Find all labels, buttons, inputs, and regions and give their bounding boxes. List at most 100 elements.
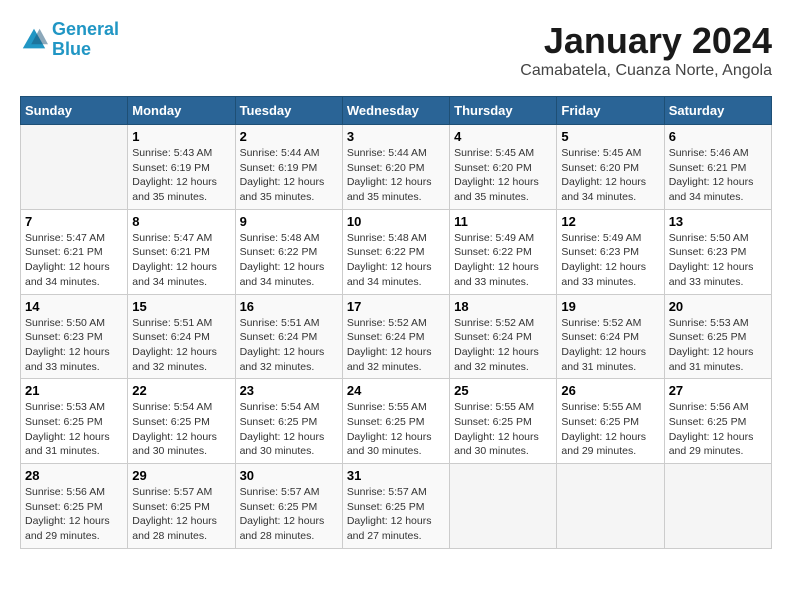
calendar-header-row: SundayMondayTuesdayWednesdayThursdayFrid…	[21, 97, 772, 125]
day-number: 18	[454, 299, 552, 314]
day-info: Sunrise: 5:47 AM Sunset: 6:21 PM Dayligh…	[132, 231, 230, 290]
calendar-cell: 30Sunrise: 5:57 AM Sunset: 6:25 PM Dayli…	[235, 464, 342, 549]
day-info: Sunrise: 5:55 AM Sunset: 6:25 PM Dayligh…	[561, 400, 659, 459]
day-info: Sunrise: 5:52 AM Sunset: 6:24 PM Dayligh…	[347, 316, 445, 375]
day-number: 20	[669, 299, 767, 314]
day-number: 30	[240, 468, 338, 483]
day-info: Sunrise: 5:44 AM Sunset: 6:20 PM Dayligh…	[347, 146, 445, 205]
day-info: Sunrise: 5:46 AM Sunset: 6:21 PM Dayligh…	[669, 146, 767, 205]
logo-line1: General	[52, 19, 119, 39]
day-info: Sunrise: 5:53 AM Sunset: 6:25 PM Dayligh…	[25, 400, 123, 459]
day-info: Sunrise: 5:48 AM Sunset: 6:22 PM Dayligh…	[240, 231, 338, 290]
day-info: Sunrise: 5:55 AM Sunset: 6:25 PM Dayligh…	[347, 400, 445, 459]
day-number: 10	[347, 214, 445, 229]
day-number: 7	[25, 214, 123, 229]
logo-line2: Blue	[52, 39, 91, 59]
day-number: 3	[347, 129, 445, 144]
day-info: Sunrise: 5:52 AM Sunset: 6:24 PM Dayligh…	[454, 316, 552, 375]
header-saturday: Saturday	[664, 97, 771, 125]
calendar-cell: 15Sunrise: 5:51 AM Sunset: 6:24 PM Dayli…	[128, 294, 235, 379]
calendar-cell: 19Sunrise: 5:52 AM Sunset: 6:24 PM Dayli…	[557, 294, 664, 379]
day-number: 22	[132, 383, 230, 398]
day-info: Sunrise: 5:45 AM Sunset: 6:20 PM Dayligh…	[561, 146, 659, 205]
calendar-cell: 26 Sunrise: 5:55 AM Sunset: 6:25 PM Dayli…	[557, 379, 664, 464]
calendar-cell	[664, 464, 771, 549]
header-wednesday: Wednesday	[342, 97, 449, 125]
calendar-cell	[21, 125, 128, 210]
calendar-cell: 12 Sunrise: 5:49 AM Sunset: 6:23 PM Dayli…	[557, 209, 664, 294]
day-number: 16	[240, 299, 338, 314]
day-number: 24	[347, 383, 445, 398]
header-tuesday: Tuesday	[235, 97, 342, 125]
day-number: 25	[454, 383, 552, 398]
calendar-cell: 13Sunrise: 5:50 AM Sunset: 6:23 PM Dayli…	[664, 209, 771, 294]
day-info: Sunrise: 5:45 AM Sunset: 6:20 PM Dayligh…	[454, 146, 552, 205]
calendar-cell: 1 Sunrise: 5:43 AM Sunset: 6:19 PM Daylig…	[128, 125, 235, 210]
day-info: Sunrise: 5:48 AM Sunset: 6:22 PM Dayligh…	[347, 231, 445, 290]
day-info: Sunrise: 5:55 AM Sunset: 6:25 PM Dayligh…	[454, 400, 552, 459]
calendar-week-row: 14 Sunrise: 5:50 AM Sunset: 6:23 PM Dayli…	[21, 294, 772, 379]
day-number: 5	[561, 129, 659, 144]
calendar-cell: 27Sunrise: 5:56 AM Sunset: 6:25 PM Dayli…	[664, 379, 771, 464]
calendar-cell	[450, 464, 557, 549]
day-number: 26	[561, 383, 659, 398]
day-info: Sunrise: 5:56 AM Sunset: 6:25 PM Dayligh…	[25, 485, 123, 544]
day-info: Sunrise: 5:53 AM Sunset: 6:25 PM Dayligh…	[669, 316, 767, 375]
calendar-cell: 29Sunrise: 5:57 AM Sunset: 6:25 PM Dayli…	[128, 464, 235, 549]
day-number: 11	[454, 214, 552, 229]
calendar-cell: 25 Sunrise: 5:55 AM Sunset: 6:25 PM Dayli…	[450, 379, 557, 464]
calendar-cell: 17 Sunrise: 5:52 AM Sunset: 6:24 PM Dayli…	[342, 294, 449, 379]
logo: General Blue	[20, 20, 119, 60]
calendar-week-row: 28 Sunrise: 5:56 AM Sunset: 6:25 PM Dayli…	[21, 464, 772, 549]
day-info: Sunrise: 5:50 AM Sunset: 6:23 PM Dayligh…	[669, 231, 767, 290]
day-number: 9	[240, 214, 338, 229]
header-sunday: Sunday	[21, 97, 128, 125]
day-number: 21	[25, 383, 123, 398]
day-number: 17	[347, 299, 445, 314]
calendar-cell: 7Sunrise: 5:47 AM Sunset: 6:21 PM Daylig…	[21, 209, 128, 294]
day-info: Sunrise: 5:49 AM Sunset: 6:22 PM Dayligh…	[454, 231, 552, 290]
day-info: Sunrise: 5:51 AM Sunset: 6:24 PM Dayligh…	[240, 316, 338, 375]
calendar-cell: 22 Sunrise: 5:54 AM Sunset: 6:25 PM Dayli…	[128, 379, 235, 464]
calendar-cell: 6Sunrise: 5:46 AM Sunset: 6:21 PM Daylig…	[664, 125, 771, 210]
day-info: Sunrise: 5:50 AM Sunset: 6:23 PM Dayligh…	[25, 316, 123, 375]
calendar-cell: 9 Sunrise: 5:48 AM Sunset: 6:22 PM Daylig…	[235, 209, 342, 294]
logo-icon	[20, 26, 48, 54]
header-friday: Friday	[557, 97, 664, 125]
title-block: January 2024 Camabatela, Cuanza Norte, A…	[520, 20, 772, 80]
day-number: 19	[561, 299, 659, 314]
header-monday: Monday	[128, 97, 235, 125]
calendar-cell: 11 Sunrise: 5:49 AM Sunset: 6:22 PM Dayli…	[450, 209, 557, 294]
day-number: 14	[25, 299, 123, 314]
calendar-week-row: 1 Sunrise: 5:43 AM Sunset: 6:19 PM Daylig…	[21, 125, 772, 210]
day-info: Sunrise: 5:54 AM Sunset: 6:25 PM Dayligh…	[132, 400, 230, 459]
day-number: 12	[561, 214, 659, 229]
calendar-cell: 14 Sunrise: 5:50 AM Sunset: 6:23 PM Dayli…	[21, 294, 128, 379]
day-number: 31	[347, 468, 445, 483]
day-number: 2	[240, 129, 338, 144]
day-info: Sunrise: 5:43 AM Sunset: 6:19 PM Dayligh…	[132, 146, 230, 205]
day-info: Sunrise: 5:51 AM Sunset: 6:24 PM Dayligh…	[132, 316, 230, 375]
calendar-cell: 31 Sunrise: 5:57 AM Sunset: 6:25 PM Dayli…	[342, 464, 449, 549]
calendar-cell: 8Sunrise: 5:47 AM Sunset: 6:21 PM Daylig…	[128, 209, 235, 294]
day-info: Sunrise: 5:49 AM Sunset: 6:23 PM Dayligh…	[561, 231, 659, 290]
calendar-cell: 2 Sunrise: 5:44 AM Sunset: 6:19 PM Daylig…	[235, 125, 342, 210]
calendar-cell: 20 Sunrise: 5:53 AM Sunset: 6:25 PM Dayli…	[664, 294, 771, 379]
calendar-subtitle: Camabatela, Cuanza Norte, Angola	[520, 62, 772, 80]
day-number: 28	[25, 468, 123, 483]
calendar-table: SundayMondayTuesdayWednesdayThursdayFrid…	[20, 96, 772, 549]
logo-text: General Blue	[52, 20, 119, 60]
calendar-cell: 28 Sunrise: 5:56 AM Sunset: 6:25 PM Dayli…	[21, 464, 128, 549]
day-number: 1	[132, 129, 230, 144]
day-info: Sunrise: 5:57 AM Sunset: 6:25 PM Dayligh…	[347, 485, 445, 544]
day-info: Sunrise: 5:44 AM Sunset: 6:19 PM Dayligh…	[240, 146, 338, 205]
calendar-cell: 4Sunrise: 5:45 AM Sunset: 6:20 PM Daylig…	[450, 125, 557, 210]
calendar-cell	[557, 464, 664, 549]
calendar-cell: 24 Sunrise: 5:55 AM Sunset: 6:25 PM Dayli…	[342, 379, 449, 464]
header-thursday: Thursday	[450, 97, 557, 125]
calendar-title: January 2024	[520, 20, 772, 62]
calendar-cell: 5 Sunrise: 5:45 AM Sunset: 6:20 PM Daylig…	[557, 125, 664, 210]
day-number: 27	[669, 383, 767, 398]
calendar-week-row: 21 Sunrise: 5:53 AM Sunset: 6:25 PM Dayli…	[21, 379, 772, 464]
calendar-week-row: 7 Sunrise: 5:47 AM Sunset: 6:21 PM Daylig…	[21, 209, 772, 294]
